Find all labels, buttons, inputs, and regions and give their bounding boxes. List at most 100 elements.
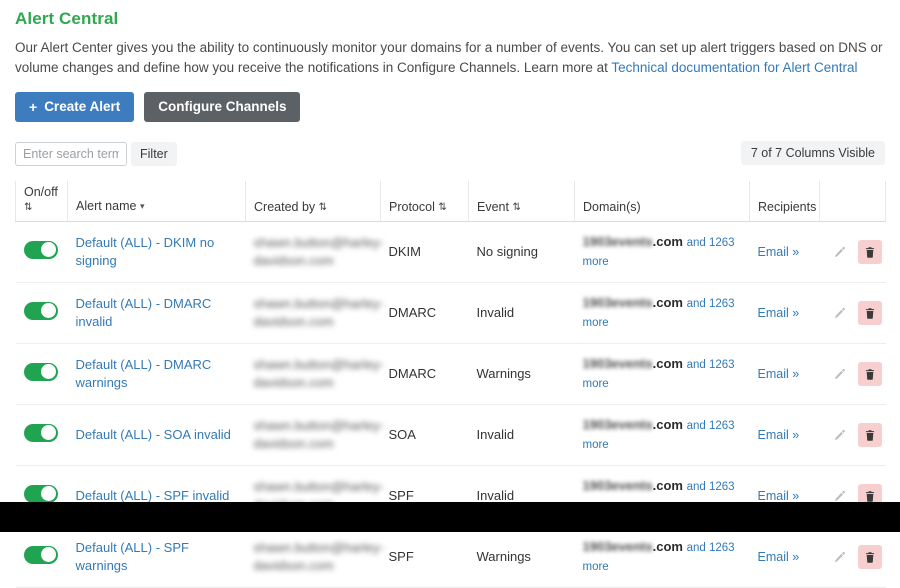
recipients-email-link[interactable]: Email » [758, 306, 800, 320]
alerts-table-body: Default (ALL) - DKIM no signing shawn.but… [15, 221, 886, 588]
toggle-knob [41, 364, 56, 379]
action-button-row: + Create Alert Configure Channels [15, 92, 885, 122]
cell-protocol: DMARC [380, 282, 469, 344]
pencil-icon[interactable] [828, 423, 852, 447]
column-header-created-by[interactable]: Created by ⇅ [245, 181, 381, 222]
recipients-email-link[interactable]: Email » [758, 489, 800, 503]
cell-protocol: SOA [380, 404, 469, 466]
cell-domains: 1903events.com and 1263 more [574, 404, 750, 466]
alert-name-link[interactable]: Default (ALL) - SOA invalid [76, 427, 231, 442]
pencil-icon[interactable] [828, 240, 852, 264]
cell-actions [819, 221, 886, 283]
cell-alert-name: Default (ALL) - SOA invalid [67, 404, 246, 466]
technical-documentation-link[interactable]: Technical documentation for Alert Centra… [611, 60, 857, 75]
search-input[interactable] [15, 142, 127, 166]
domain-tld: .com [652, 478, 683, 493]
trash-icon[interactable] [857, 362, 882, 386]
column-header-domains[interactable]: Domain(s) [574, 181, 750, 222]
cell-recipients: Email » [749, 282, 820, 344]
table-header-row: On/off ⇅ Alert name ▾ Created by ⇅ Proto… [15, 181, 886, 222]
recipients-email-link[interactable]: Email » [758, 245, 800, 259]
create-alert-button[interactable]: + Create Alert [15, 92, 135, 122]
domain-tld: .com [652, 234, 683, 249]
created-by-redacted: shawn.button@harley-davidson.com [253, 540, 384, 573]
cell-alert-name: Default (ALL) - DMARC warnings [67, 343, 246, 405]
page-description: Our Alert Center gives you the ability t… [15, 38, 885, 78]
recipients-email-link[interactable]: Email » [758, 428, 800, 442]
toggle-knob [41, 303, 56, 318]
alert-toggle[interactable] [23, 301, 58, 320]
domain-name-redacted: 1903events [582, 295, 653, 310]
sort-both-icon[interactable]: ⇅ [438, 203, 446, 213]
alert-name-link[interactable]: Default (ALL) - SPF warnings [76, 540, 189, 573]
cell-onoff [15, 221, 68, 283]
column-header-event-label: Event [477, 200, 509, 214]
domain-tld: .com [652, 356, 683, 371]
page-title: Alert Central [15, 9, 119, 28]
cell-onoff [15, 343, 68, 405]
column-header-onoff-label: On/off [24, 185, 58, 199]
pencil-icon[interactable] [828, 301, 852, 325]
table-row: Default (ALL) - SPF warnings shawn.button… [15, 526, 886, 588]
cell-alert-name: Default (ALL) - DKIM no signing [67, 221, 246, 283]
alert-name-link[interactable]: Default (ALL) - SPF invalid [76, 488, 230, 503]
recipients-email-link[interactable]: Email » [758, 367, 800, 381]
created-by-redacted: shawn.button@harley-davidson.com [253, 296, 384, 329]
pencil-icon[interactable] [828, 545, 852, 569]
cell-actions [819, 404, 886, 466]
toggle-knob [41, 425, 56, 440]
table-row: Default (ALL) - DKIM no signing shawn.but… [15, 221, 886, 283]
column-header-protocol[interactable]: Protocol ⇅ [380, 181, 469, 222]
cell-domains: 1903events.com and 1263 more [574, 343, 750, 405]
column-header-recipients-label: Recipients [758, 200, 817, 214]
sort-both-icon[interactable]: ⇅ [512, 203, 520, 213]
trash-icon[interactable] [857, 423, 882, 447]
column-header-event[interactable]: Event ⇅ [468, 181, 575, 222]
cell-protocol: DMARC [380, 343, 469, 405]
cell-recipients: Email » [749, 221, 820, 283]
column-header-domains-label: Domain(s) [583, 200, 641, 214]
column-header-onoff[interactable]: On/off ⇅ [15, 181, 68, 222]
filter-button[interactable]: Filter [131, 142, 177, 166]
column-header-recipients[interactable]: Recipients [749, 181, 820, 222]
pencil-icon[interactable] [828, 362, 852, 386]
cell-created-by: shawn.button@harley-davidson.com [245, 526, 384, 588]
toggle-knob [41, 486, 56, 501]
cell-created-by: shawn.button@harley-davidson.com [245, 282, 384, 344]
alert-toggle[interactable] [23, 362, 58, 381]
table-row: Default (ALL) - DMARC warnings shawn.butt… [15, 343, 886, 405]
trash-icon[interactable] [857, 545, 882, 569]
alert-toggle[interactable] [23, 484, 58, 503]
domain-name-redacted: 1903events [582, 356, 653, 371]
alert-name-link[interactable]: Default (ALL) - DMARC warnings [76, 357, 212, 390]
domain-name-redacted: 1903events [582, 417, 653, 432]
cell-event: Invalid [468, 404, 575, 466]
cell-event: Warnings [468, 526, 575, 588]
trash-icon[interactable] [857, 301, 882, 325]
alert-toggle[interactable] [23, 240, 58, 259]
column-header-alert-name[interactable]: Alert name ▾ [67, 181, 246, 222]
configure-channels-button[interactable]: Configure Channels [144, 92, 301, 122]
columns-visible-badge[interactable]: 7 of 7 Columns Visible [740, 141, 885, 165]
trash-icon[interactable] [857, 240, 882, 264]
cell-protocol: SPF [380, 526, 469, 588]
alert-toggle[interactable] [23, 545, 58, 564]
alert-toggle[interactable] [23, 423, 58, 442]
cell-event: Invalid [468, 282, 575, 344]
cell-recipients: Email » [749, 526, 820, 588]
chevron-down-icon[interactable]: ▾ [140, 199, 145, 214]
column-header-protocol-label: Protocol [389, 200, 435, 214]
sort-both-icon[interactable]: ⇅ [319, 203, 327, 213]
cell-event: Warnings [468, 343, 575, 405]
sort-both-icon[interactable]: ⇅ [24, 203, 32, 213]
cell-event: No signing [468, 221, 575, 283]
cell-created-by: shawn.button@harley-davidson.com [245, 404, 384, 466]
cell-actions [819, 282, 886, 344]
alert-name-link[interactable]: Default (ALL) - DMARC invalid [76, 296, 212, 329]
alert-name-link[interactable]: Default (ALL) - DKIM no signing [76, 235, 215, 268]
cell-recipients: Email » [749, 404, 820, 466]
column-header-alert-name-label: Alert name [76, 199, 137, 213]
cell-actions [819, 343, 886, 405]
recipients-email-link[interactable]: Email » [758, 550, 800, 564]
cell-protocol: DKIM [380, 221, 469, 283]
